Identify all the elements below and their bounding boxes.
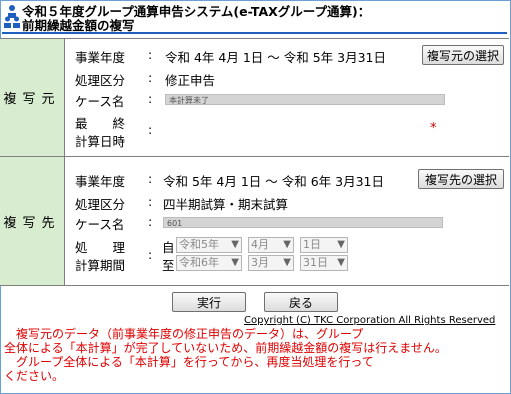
destination-side-label: 複写先 — [0, 157, 65, 285]
colon: : — [148, 194, 153, 209]
group-people-icon — [4, 5, 20, 28]
from-year-value: 令和5年 — [179, 238, 219, 251]
from-year-select: 令和5年 ▼ — [176, 237, 242, 253]
to-month-select: 3月 ▼ — [248, 255, 294, 271]
from-day-value: 1日 — [303, 238, 321, 251]
from-day-select: 1日 ▼ — [300, 237, 348, 253]
to-label: 至 — [162, 258, 175, 273]
source-fiscal-year-value: 令和 4年 4月 1日 ～ 令和 5年 3月31日 — [165, 50, 386, 65]
header-divider — [2, 32, 507, 34]
source-case-label: ケース名 — [75, 94, 125, 109]
colon: : — [148, 70, 153, 85]
page-header: 令和５年度グループ通算申告システム(e-TAXグループ通算)： 前期繰越金額の複… — [4, 0, 504, 33]
source-last-calc-label2: 計算日時 — [75, 134, 126, 149]
error-message: 複写元のデータ（前事業年度の修正申告のデータ）は、グループ 全体による「本計算」… — [4, 327, 509, 383]
source-processing-value: 修正申告 — [165, 73, 216, 88]
chevron-down-icon: ▼ — [231, 239, 239, 250]
select-destination-button[interactable]: 複写先の選択 — [418, 169, 504, 189]
colon: : — [148, 214, 153, 229]
source-fiscal-year-row: 事業年度 — [75, 47, 125, 66]
from-label: 自 — [162, 240, 175, 255]
dest-fiscal-year-value: 令和 5年 4月 1日 ～ 令和 6年 3月31日 — [163, 174, 384, 189]
dest-period-label2: 計算期間 — [75, 258, 126, 273]
select-source-button[interactable]: 複写元の選択 — [422, 45, 504, 65]
from-month-select: 4月 ▼ — [248, 237, 294, 253]
to-year-select: 令和6年 ▼ — [176, 255, 242, 271]
destination-section: 複写先 事業年度 : 令和 5年 4月 1日 ～ 令和 6年 3月31日 複写先… — [0, 156, 509, 286]
chevron-down-icon: ▼ — [337, 257, 345, 268]
chevron-down-icon: ▼ — [283, 239, 291, 250]
source-side-label: 複写元 — [0, 39, 65, 156]
chevron-down-icon: ▼ — [283, 257, 291, 268]
error-message-line: ください。 — [4, 369, 65, 383]
source-processing-label: 処理区分 — [75, 73, 126, 88]
colon: : — [148, 247, 153, 262]
dest-fiscal-year-label: 事業年度 — [75, 174, 126, 189]
source-case-field: 本計算未了 — [165, 94, 445, 105]
from-month-value: 4月 — [251, 238, 269, 251]
colon: : — [148, 122, 153, 137]
dest-case-field: 601 — [163, 217, 443, 228]
error-message-line: 全体による「本計算」が完了していないため、前期繰越金額の複写は行えません。 — [4, 341, 447, 355]
required-mark: * — [430, 121, 437, 136]
source-last-calc-label: 最 終 — [75, 116, 126, 131]
dest-processing-value: 四半期試算・期末試算 — [163, 197, 289, 212]
dest-processing-label: 処理区分 — [75, 197, 126, 212]
dest-case-label: ケース名 — [75, 217, 125, 232]
execute-button[interactable]: 実行 — [172, 292, 246, 312]
colon: : — [148, 171, 153, 186]
colon: : — [148, 47, 153, 62]
error-message-line: グループ全体による「本計算」を行ってから、再度当処理を行って — [4, 355, 374, 369]
back-button[interactable]: 戻る — [264, 292, 338, 312]
to-month-value: 3月 — [251, 256, 269, 269]
chevron-down-icon: ▼ — [231, 257, 239, 268]
to-year-value: 令和6年 — [179, 256, 219, 269]
chevron-down-icon: ▼ — [337, 239, 345, 250]
error-message-line: 複写元のデータ（前事業年度の修正申告のデータ）は、グループ — [4, 327, 364, 341]
to-day-select: 31日 ▼ — [300, 255, 348, 271]
colon: : — [148, 91, 153, 106]
source-section: 複写元 事業年度 : 令和 4年 4月 1日 ～ 令和 5年 3月31日 複写元… — [0, 38, 509, 157]
copyright-link[interactable]: Copyright (C) TKC Corporation All Rights… — [244, 315, 495, 326]
source-fiscal-year-label: 事業年度 — [75, 50, 126, 65]
to-day-value: 31日 — [303, 256, 328, 269]
dest-period-label: 処 理 — [75, 240, 126, 255]
